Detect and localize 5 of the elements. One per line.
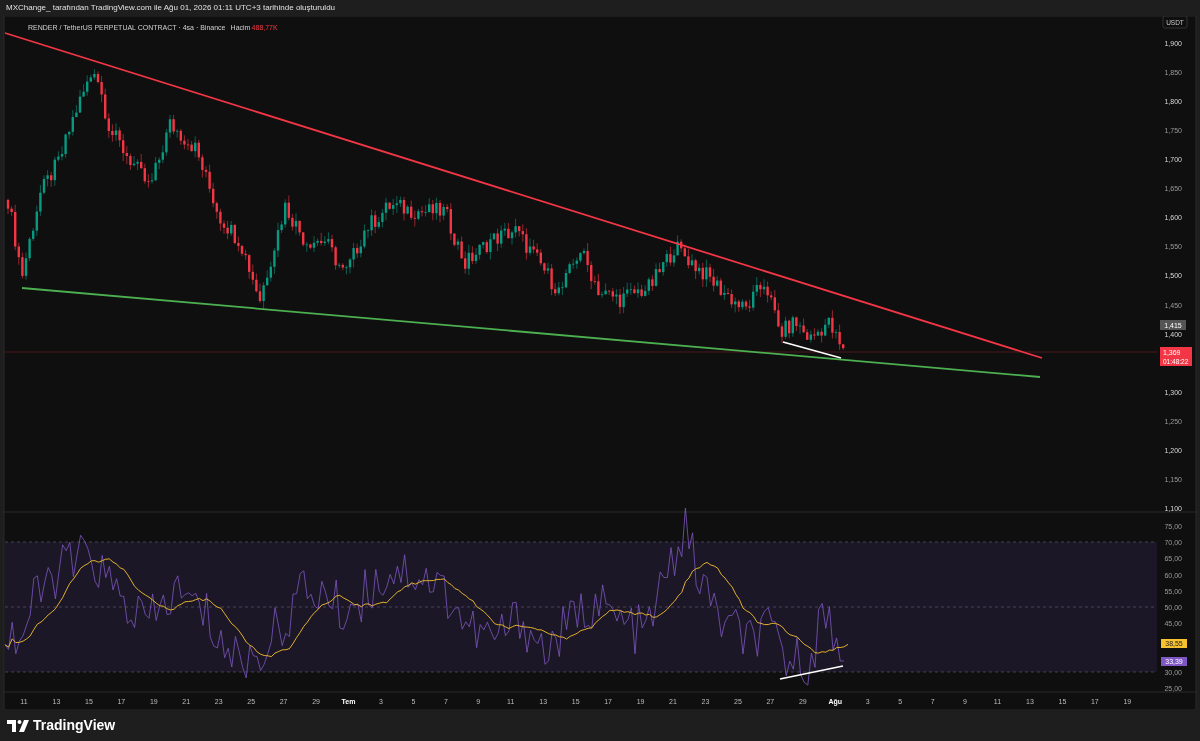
brand-name: TradingView — [33, 716, 116, 735]
logo-icon — [7, 719, 29, 732]
divergence-line — [782, 341, 842, 359]
divergence-line — [779, 665, 844, 680]
author-credit: MXChange_ tarafından TradingView.com ile Ağu 01, 2026 01:11 UTC+3 tarihinde oluşturuldu — [6, 3, 336, 12]
